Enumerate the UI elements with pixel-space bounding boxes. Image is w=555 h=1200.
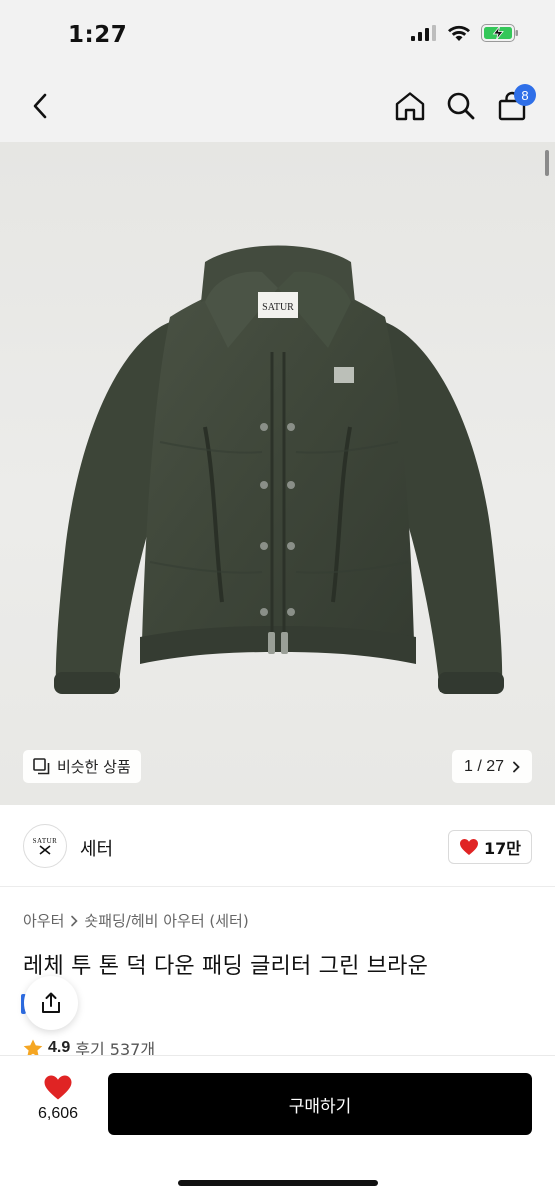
battery-charging-icon <box>481 24 518 42</box>
wishlist-count: 6,606 <box>37 1105 79 1122</box>
cellular-signal-icon <box>411 25 436 41</box>
seller-logo-text: SATUR <box>32 837 58 845</box>
image-pager[interactable]: 1 / 27 <box>451 750 532 783</box>
bottom-action-bar: 6,606 구매하기 <box>0 1055 555 1200</box>
breadcrumb-item[interactable]: 아우터 <box>23 910 64 931</box>
similar-products-label: 비슷한 상품 <box>57 758 131 776</box>
home-indicator <box>178 1180 378 1186</box>
status-time: 1:27 <box>68 22 128 48</box>
jacket-brand-label: SATUR <box>262 302 294 313</box>
search-icon <box>447 92 475 120</box>
buy-button[interactable]: 구매하기 <box>108 1073 532 1135</box>
scroll-indicator[interactable] <box>545 150 549 176</box>
top-navigation: 8 <box>0 70 555 142</box>
seller-name[interactable]: 세터 <box>80 835 113 861</box>
similar-items-icon <box>33 758 50 775</box>
brand-emblem-icon <box>39 845 51 855</box>
status-bar: 1:27 <box>0 0 555 70</box>
brand-like-count: 17만 <box>484 839 521 858</box>
cart-count-badge: 8 <box>514 84 536 106</box>
wishlist-button[interactable]: 6,606 <box>23 1074 93 1123</box>
similar-products-button[interactable]: 비슷한 상품 <box>23 750 141 783</box>
home-button[interactable] <box>388 84 432 128</box>
home-icon <box>395 92 425 121</box>
back-button[interactable] <box>18 84 62 128</box>
cart-button[interactable]: 8 <box>490 84 536 128</box>
seller-logo[interactable]: SATUR <box>23 824 67 868</box>
chevron-left-icon <box>33 93 47 119</box>
wifi-icon <box>448 25 470 41</box>
product-image[interactable]: SATUR <box>0 142 555 805</box>
brand-like-button[interactable]: 17만 <box>448 830 532 864</box>
heart-icon <box>460 839 478 855</box>
breadcrumb-item[interactable]: 숏패딩/헤비 아우터 (세터) <box>84 910 248 931</box>
share-button[interactable] <box>24 976 78 1030</box>
share-icon <box>42 992 60 1013</box>
image-pager-text: 1 / 27 <box>463 757 504 775</box>
seller-row: SATUR 세터 17만 <box>0 805 555 887</box>
jacket-illustration: SATUR <box>54 245 504 694</box>
status-icons <box>411 24 519 42</box>
search-button[interactable] <box>439 84 483 128</box>
breadcrumb: 아우터 숏패딩/헤비 아우터 (세터) <box>23 910 249 931</box>
heart-icon <box>44 1075 72 1100</box>
product-title: 레체 투 톤 덕 다운 패딩 글리터 그린 브라운 <box>23 954 429 979</box>
chevron-right-icon <box>71 915 79 926</box>
chevron-right-icon <box>513 761 520 772</box>
